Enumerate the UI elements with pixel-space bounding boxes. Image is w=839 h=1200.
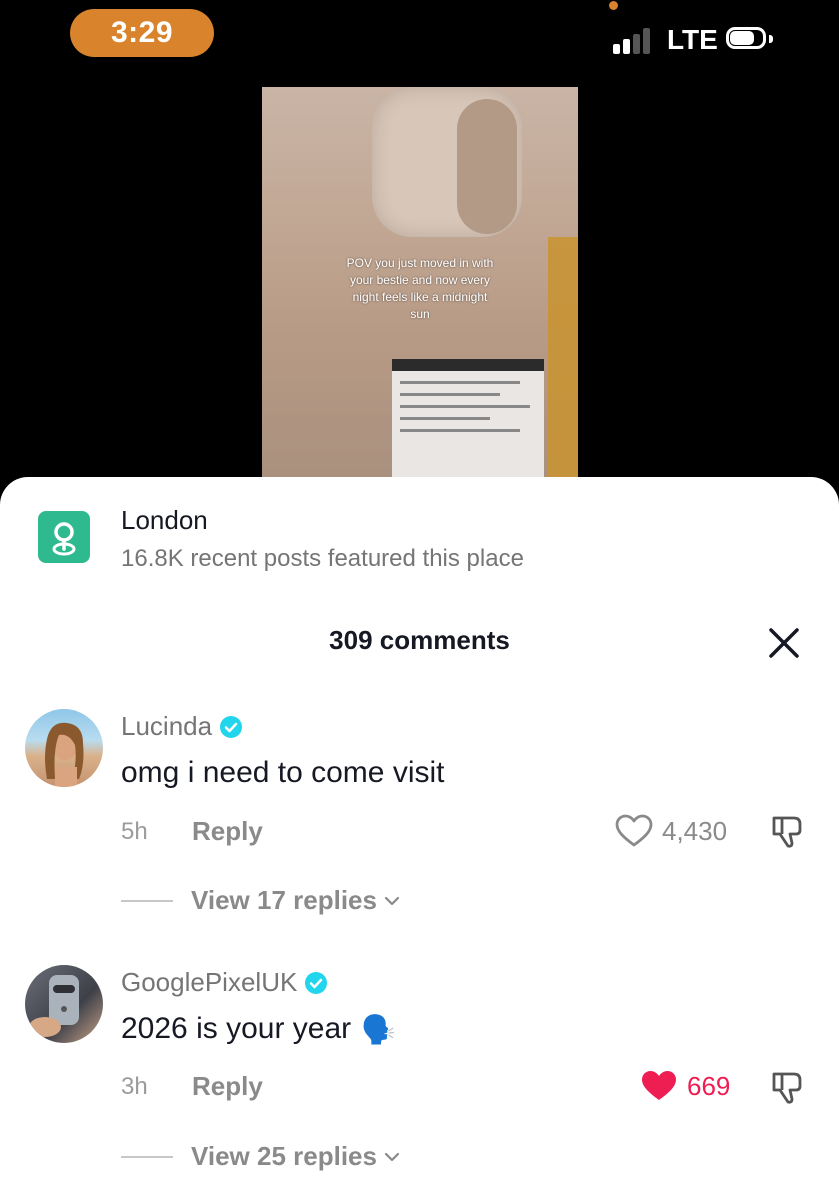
view-replies-button[interactable]: View 17 replies bbox=[121, 885, 403, 916]
video-preview[interactable]: POV you just moved in with your bestie a… bbox=[262, 87, 578, 487]
comment-time: 3h bbox=[121, 1073, 148, 1100]
dislike-icon[interactable] bbox=[768, 1068, 806, 1106]
comments-count-title: 309 comments bbox=[329, 625, 510, 655]
comment-username[interactable]: GooglePixelUK bbox=[121, 967, 328, 998]
comment-body: omg i need to come visit bbox=[121, 756, 445, 789]
heart-filled-icon[interactable] bbox=[640, 1069, 678, 1103]
comment-username[interactable]: Lucinda bbox=[121, 711, 243, 742]
location-pin-icon[interactable] bbox=[38, 511, 90, 563]
signal-strength-icon bbox=[613, 28, 657, 54]
comment-text: omg i need to come visit bbox=[121, 756, 444, 790]
view-replies-button[interactable]: View 25 replies bbox=[121, 1141, 403, 1172]
verified-badge-icon bbox=[305, 971, 328, 994]
status-time: 3:29 bbox=[70, 9, 214, 57]
close-icon[interactable] bbox=[766, 625, 802, 661]
nutrition-label-image bbox=[392, 359, 544, 487]
dislike-icon[interactable] bbox=[768, 812, 806, 850]
divider bbox=[121, 1155, 173, 1158]
divider bbox=[121, 899, 173, 902]
speaking-head-emoji: 🗣️ bbox=[361, 1013, 397, 1045]
username-label[interactable]: Lucinda bbox=[121, 711, 212, 742]
comment-body: 2026 is your year bbox=[121, 1012, 352, 1045]
like-count: 669 bbox=[687, 1071, 731, 1101]
like-count: 4,430 bbox=[662, 816, 728, 846]
comment-time: 5h bbox=[121, 818, 148, 845]
view-replies-label[interactable]: View 25 replies bbox=[191, 1141, 377, 1172]
view-replies-label[interactable]: View 17 replies bbox=[191, 885, 377, 916]
network-type: LTE bbox=[667, 24, 718, 55]
location-subtitle: 16.8K recent posts featured this place bbox=[121, 545, 524, 572]
battery-icon bbox=[726, 27, 774, 55]
reply-button[interactable]: Reply bbox=[192, 1071, 263, 1102]
jug-side bbox=[548, 237, 578, 487]
privacy-indicator-dot bbox=[609, 1, 618, 10]
location-name[interactable]: London bbox=[121, 505, 208, 536]
reply-button[interactable]: Reply bbox=[192, 816, 263, 847]
avatar[interactable] bbox=[25, 965, 103, 1043]
username-label[interactable]: GooglePixelUK bbox=[121, 967, 297, 998]
jug-handle-hole bbox=[457, 99, 517, 234]
comment-text: 2026 is your year 🗣️ bbox=[121, 1012, 396, 1046]
verified-badge-icon bbox=[220, 715, 243, 738]
chevron-down-icon bbox=[384, 896, 400, 905]
video-caption: POV you just moved in with your bestie a… bbox=[346, 256, 494, 321]
avatar[interactable] bbox=[25, 709, 103, 787]
heart-icon[interactable] bbox=[615, 814, 653, 848]
chevron-down-icon bbox=[384, 1152, 400, 1161]
